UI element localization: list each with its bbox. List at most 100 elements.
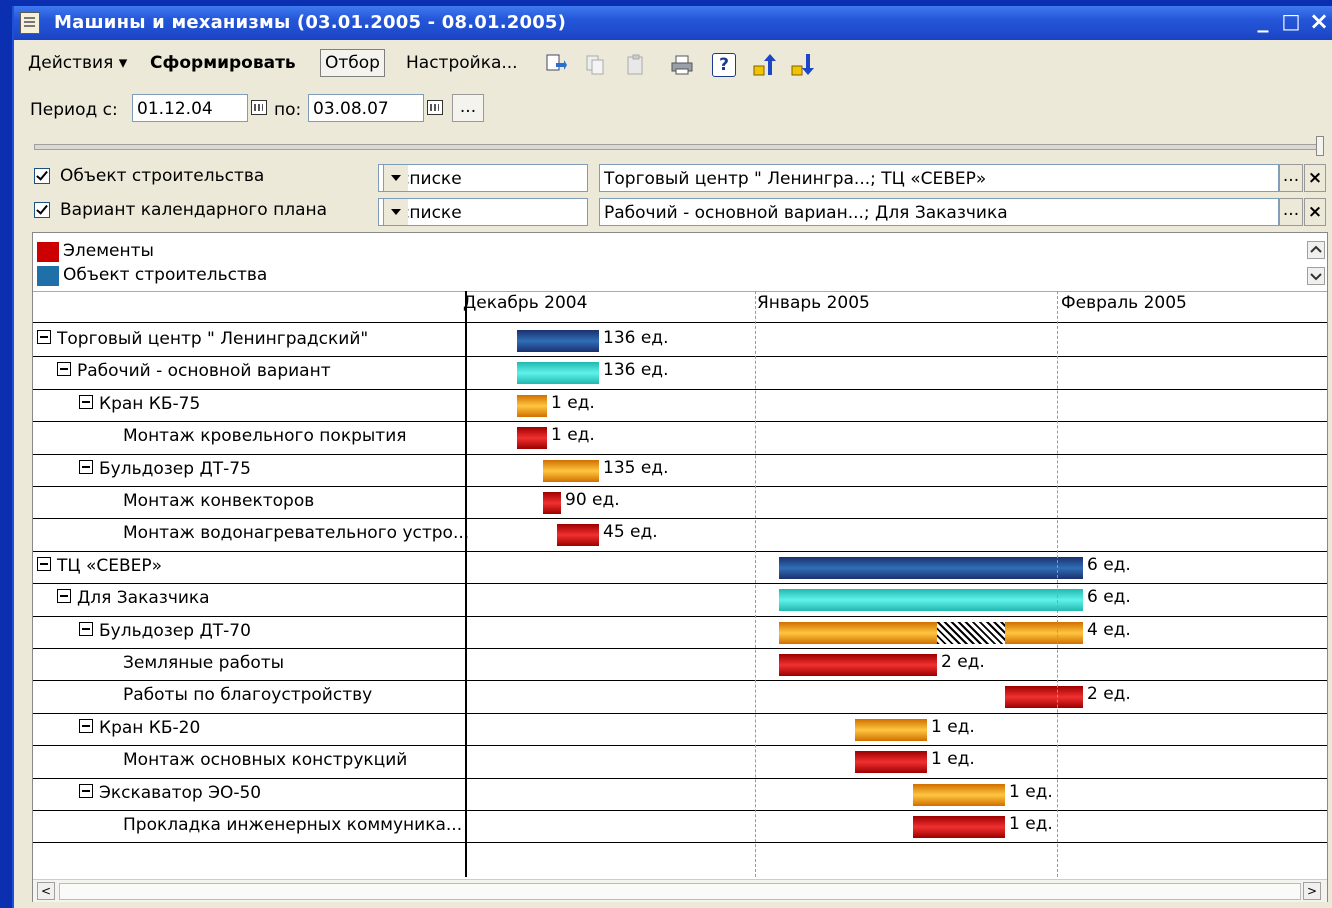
minimize-button[interactable]: _ (1250, 8, 1276, 34)
help-icon[interactable]: ? (712, 53, 736, 77)
scroll-right-icon[interactable]: > (1303, 882, 1321, 900)
maximize-button[interactable]: □ (1278, 8, 1304, 34)
gantt-row[interactable]: Монтаж конвекторов 90 ед. (33, 487, 1327, 520)
gantt-bar[interactable] (543, 492, 561, 514)
row-label: Кран КБ-20 (79, 718, 200, 738)
gantt-row[interactable]: Бульдозер ДТ-70 4 ед. (33, 617, 1327, 649)
gantt-bar[interactable] (517, 330, 599, 352)
collapse-icon[interactable] (79, 621, 93, 636)
filter-object-clear-button[interactable]: × (1304, 164, 1326, 192)
gantt-row[interactable]: Монтаж водонагревательного устро... 45 ед… (33, 519, 1327, 552)
row-label-text: Экскаватор ЭО-50 (99, 782, 262, 803)
move-down-icon[interactable] (790, 53, 814, 77)
gantt-row[interactable]: Монтаж кровельного покрытия 1 ед. (33, 422, 1327, 455)
filter-variant-value[interactable]: Рабочий - основной вариан...; Для Заказч… (599, 198, 1279, 226)
calendar-to-icon[interactable] (424, 96, 446, 118)
chevron-down-icon[interactable] (383, 199, 408, 225)
gantt-bar[interactable] (779, 589, 1083, 612)
gantt-row[interactable]: Работы по благоустройству 2 ед. (33, 681, 1327, 714)
scroll-track[interactable] (59, 883, 1301, 900)
filter-object-value[interactable]: Торговый центр " Ленингра...; ТЦ «СЕВЕР» (599, 164, 1279, 192)
toolbar: Действия ▾ Сформировать Отбор Настройка.… (14, 43, 1332, 83)
filter-object-label: Объект строительства (60, 166, 265, 186)
chevron-down-icon[interactable] (383, 165, 408, 191)
gantt-row[interactable]: Торговый центр " Ленинградский" 136 ед. (33, 325, 1327, 358)
period-select-button[interactable]: ... (452, 94, 484, 122)
gantt-bar[interactable] (517, 394, 547, 417)
row-label-text: Кран КБ-75 (99, 393, 201, 414)
bar-value-label: 1 ед. (931, 749, 975, 770)
calendar-from-icon[interactable] (248, 96, 270, 118)
gantt-row[interactable]: Кран КБ-20 1 ед. (33, 714, 1327, 747)
gantt-bar[interactable] (855, 718, 927, 741)
collapse-icon[interactable] (79, 394, 93, 409)
gantt-bar[interactable] (779, 621, 1083, 644)
gantt-bar[interactable] (517, 427, 547, 450)
gantt-row[interactable]: Для Заказчика 6 ед. (33, 584, 1327, 617)
collapse-icon[interactable] (79, 718, 93, 733)
gantt-row[interactable]: Монтаж основных конструкций 1 ед. (33, 746, 1327, 779)
window-title: Машины и механизмы (03.01.2005 - 08.01.2… (54, 12, 567, 33)
bar-value-label: 1 ед. (551, 425, 595, 446)
gantt-bar[interactable] (543, 459, 599, 482)
actions-menu[interactable]: Действия ▾ (24, 49, 131, 77)
slider-thumb[interactable] (1316, 136, 1324, 156)
print-icon[interactable] (670, 53, 694, 77)
horizontal-scrollbar[interactable]: < > (33, 879, 1327, 902)
row-label-text: Монтаж конвекторов (123, 491, 315, 511)
collapse-icon[interactable] (79, 783, 93, 798)
gantt-row[interactable]: Бульдозер ДТ-75 135 ед. (33, 455, 1327, 487)
label-column-divider[interactable] (465, 291, 467, 878)
period-slider[interactable] (34, 136, 1324, 156)
row-label-text: Бульдозер ДТ-75 (99, 458, 251, 479)
gantt-bar[interactable] (1005, 686, 1083, 709)
filter-object-select-button[interactable]: ... (1279, 164, 1303, 192)
copy-icon[interactable] (584, 53, 608, 77)
collapse-icon[interactable] (57, 362, 71, 377)
bar-value-label: 135 ед. (603, 457, 669, 478)
filter-variant-select-button[interactable]: ... (1279, 198, 1303, 226)
bar-value-label: 4 ед. (1087, 619, 1131, 640)
gantt-bar[interactable] (855, 751, 927, 774)
gantt-row[interactable]: Экскаватор ЭО-50 1 ед. (33, 779, 1327, 811)
period-to-input[interactable]: 03.08.07 (308, 94, 424, 122)
filter-object-condition[interactable]: В списке (378, 164, 588, 192)
title-bar[interactable]: Машины и механизмы (03.01.2005 - 08.01.2… (14, 6, 1332, 40)
gantt-row[interactable]: ТЦ «СЕВЕР» 6 ед. (33, 552, 1327, 585)
import-icon[interactable] (544, 53, 568, 77)
collapse-icon[interactable] (79, 459, 93, 474)
gantt-row[interactable]: Кран КБ-75 1 ед. (33, 390, 1327, 423)
filter-object-checkbox[interactable] (34, 168, 50, 184)
filter-row-plan-variant: Вариант календарного плана В списке Рабо… (14, 194, 1332, 228)
row-label-text: Кран КБ-20 (99, 717, 201, 738)
filter-variant-checkbox[interactable] (34, 202, 50, 218)
bar-value-label: 2 ед. (1087, 684, 1131, 705)
gantt-bar[interactable] (913, 816, 1005, 838)
gantt-bar[interactable] (779, 556, 1083, 579)
collapse-icon[interactable] (37, 330, 51, 344)
close-button[interactable]: × (1306, 8, 1332, 34)
collapse-icon[interactable] (37, 556, 51, 571)
gantt-bar[interactable] (557, 524, 599, 547)
generate-button[interactable]: Сформировать (146, 49, 300, 77)
gantt-bar[interactable] (779, 654, 937, 676)
legend-scroll-down-icon[interactable] (1307, 267, 1325, 285)
legend-scroll-up-icon[interactable] (1307, 241, 1325, 259)
filter-toggle-button[interactable]: Отбор (320, 49, 385, 77)
month-separator (1057, 291, 1058, 878)
collapse-icon[interactable] (57, 589, 71, 604)
move-up-icon[interactable] (752, 53, 776, 77)
scroll-left-icon[interactable]: < (37, 882, 55, 900)
gantt-row[interactable]: Земляные работы 2 ед. (33, 649, 1327, 682)
gantt-row[interactable]: Прокладка инженерных коммуника... 1 ед. (33, 811, 1327, 844)
filter-variant-clear-button[interactable]: × (1304, 198, 1326, 226)
gantt-bar[interactable] (913, 783, 1005, 806)
period-from-input[interactable]: 01.12.04 (132, 94, 248, 122)
paste-icon[interactable] (624, 53, 648, 77)
filter-variant-condition[interactable]: В списке (378, 198, 588, 226)
slider-track[interactable] (34, 144, 1318, 150)
gantt-row[interactable]: Рабочий - основной вариант 136 ед. (33, 357, 1327, 390)
settings-button[interactable]: Настройка... (402, 49, 522, 77)
month-header: Декабрь 2004 (463, 293, 588, 313)
gantt-bar[interactable] (517, 362, 599, 385)
